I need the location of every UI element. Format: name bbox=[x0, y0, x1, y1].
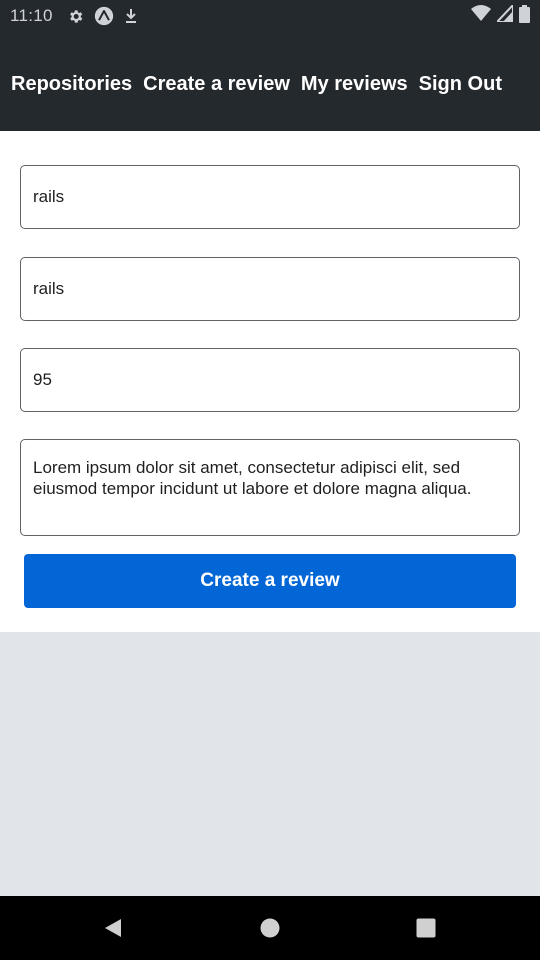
review-form: rails rails 95 Lorem ipsum dolor sit ame… bbox=[0, 131, 540, 632]
tab-my-reviews[interactable]: My reviews bbox=[301, 73, 408, 96]
review-text-value: Lorem ipsum dolor sit amet, consectetur … bbox=[33, 458, 472, 498]
rating-value: 95 bbox=[33, 370, 52, 389]
status-time: 11:10 bbox=[10, 6, 53, 25]
tab-create-review[interactable]: Create a review bbox=[143, 73, 290, 96]
status-bar: 11:10 bbox=[0, 0, 540, 32]
nav-tabs: Repositories Create a review My reviews … bbox=[11, 73, 502, 96]
repository-owner-input[interactable]: rails bbox=[20, 165, 520, 229]
cell-signal-icon bbox=[494, 2, 514, 27]
recents-icon[interactable] bbox=[414, 916, 438, 940]
wifi-icon bbox=[471, 5, 491, 27]
app-bar: Repositories Create a review My reviews … bbox=[0, 32, 540, 131]
create-review-button[interactable]: Create a review bbox=[24, 554, 516, 608]
download-icon bbox=[124, 8, 138, 24]
system-nav-bar bbox=[0, 896, 540, 960]
tab-repositories[interactable]: Repositories bbox=[11, 73, 132, 96]
status-right-icons bbox=[471, 2, 530, 28]
review-text-input[interactable]: Lorem ipsum dolor sit amet, consectetur … bbox=[20, 439, 520, 536]
battery-icon bbox=[519, 4, 530, 28]
gear-icon bbox=[67, 8, 84, 25]
repository-name-input[interactable]: rails bbox=[20, 257, 520, 321]
back-icon[interactable] bbox=[101, 916, 125, 940]
tab-sign-out[interactable]: Sign Out bbox=[419, 73, 502, 96]
repository-name-value: rails bbox=[33, 279, 65, 298]
home-icon[interactable] bbox=[258, 916, 282, 940]
repository-owner-value: rails bbox=[33, 187, 65, 206]
create-review-button-label: Create a review bbox=[200, 570, 340, 591]
screen: 11:10 Repositories Create a review My re… bbox=[0, 0, 540, 960]
expo-logo-icon bbox=[94, 6, 114, 26]
rating-input[interactable]: 95 bbox=[20, 348, 520, 412]
